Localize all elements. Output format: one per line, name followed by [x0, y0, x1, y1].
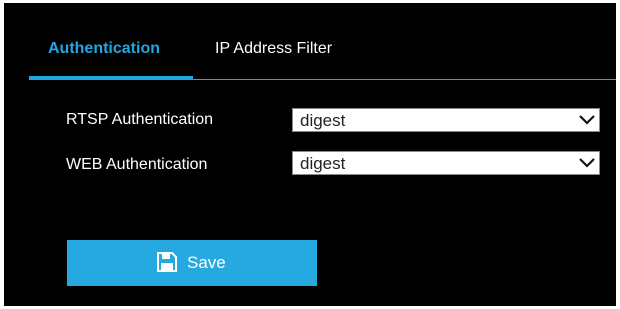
rtsp-authentication-select[interactable]: digest	[292, 108, 600, 132]
web-authentication-select[interactable]: digest	[292, 151, 600, 175]
tab-authentication[interactable]: Authentication	[48, 39, 160, 59]
save-button[interactable]: Save	[67, 240, 317, 286]
save-button-label: Save	[187, 253, 226, 272]
chevron-down-icon	[579, 156, 595, 170]
rtsp-authentication-value: digest	[300, 111, 346, 130]
tab-divider	[29, 79, 616, 80]
tab-ip-address-filter[interactable]: IP Address Filter	[215, 39, 332, 59]
settings-panel: Authentication IP Address Filter RTSP Au…	[4, 3, 616, 306]
chevron-down-icon	[579, 113, 595, 127]
web-authentication-value: digest	[300, 154, 346, 173]
web-authentication-label: WEB Authentication	[66, 156, 208, 173]
rtsp-authentication-label: RTSP Authentication	[66, 111, 214, 128]
floppy-disk-icon	[157, 252, 177, 272]
tab-bar: Authentication IP Address Filter	[4, 3, 616, 80]
